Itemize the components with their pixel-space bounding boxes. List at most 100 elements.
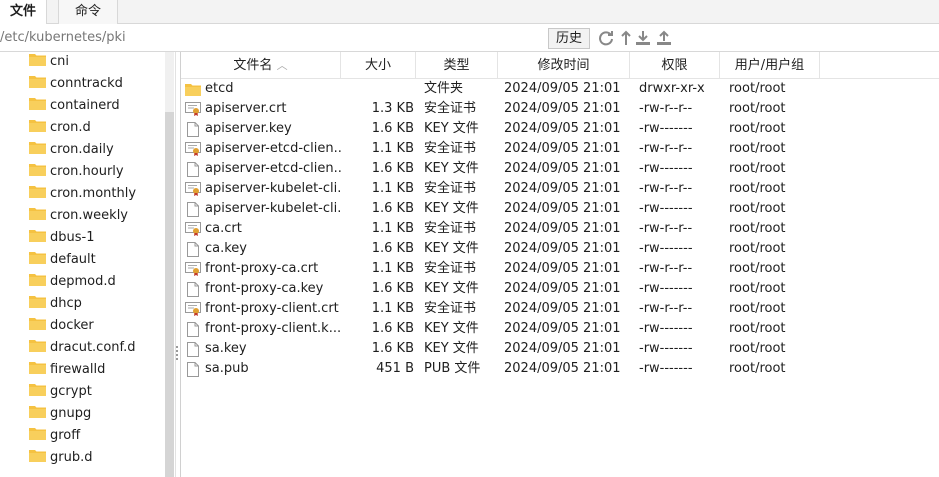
tree-item[interactable]: gnupg	[29, 402, 91, 424]
download-icon[interactable]	[634, 29, 652, 47]
folder-icon	[29, 317, 46, 334]
splitter-grip-icon[interactable]	[175, 346, 179, 360]
tree-item-label: dhcp	[50, 295, 82, 311]
file-owner: root/root	[729, 121, 786, 136]
file-type: KEY 文件	[424, 161, 479, 176]
folder-icon	[29, 207, 46, 224]
file-row[interactable]: apiserver.key 1.6 KB KEY 文件 2024/09/05 21:0…	[181, 119, 821, 139]
file-type: 安全证书	[424, 141, 477, 156]
tab-files[interactable]: 文件	[0, 0, 47, 24]
file-row[interactable]: ca.key 1.6 KB KEY 文件 2024/09/05 21:01 -rw---…	[181, 239, 821, 259]
folder-icon	[29, 251, 46, 268]
file-name: apiserver-etcd-clien...	[205, 161, 341, 176]
file-row[interactable]: apiserver-kubelet-cli... 1.1 KB 安全证书 2024/0…	[181, 179, 821, 199]
file-permissions: -rw-------	[639, 361, 693, 376]
tree-item[interactable]: containerd	[29, 94, 120, 116]
file-modified-time: 2024/09/05 21:01	[504, 161, 621, 176]
file-size: 1.6 KB	[371, 161, 414, 176]
tree-item-label: gnupg	[50, 405, 92, 421]
file-name: apiserver-kubelet-cli...	[205, 181, 341, 196]
tree-item[interactable]: default	[29, 248, 96, 270]
column-header-name[interactable]: 文件名 ︿	[181, 52, 341, 79]
tree-item[interactable]: docker	[29, 314, 94, 336]
tree-item[interactable]: cron.daily	[29, 138, 114, 160]
file-row[interactable]: apiserver-etcd-clien... 1.6 KB KEY 文件 2024/…	[181, 159, 821, 179]
file-icon	[185, 279, 201, 299]
file-owner: root/root	[729, 341, 786, 356]
tree-item[interactable]: cron.hourly	[29, 160, 124, 182]
file-permissions: -rw-------	[639, 161, 693, 176]
history-button[interactable]: 历史	[548, 28, 590, 49]
tree-item-label: cron.weekly	[50, 207, 128, 223]
file-row[interactable]: front-proxy-ca.crt 1.1 KB 安全证书 2024/09/05 2…	[181, 259, 821, 279]
tree-item[interactable]: cron.weekly	[29, 204, 128, 226]
file-permissions: drwxr-xr-x	[639, 81, 705, 96]
file-row[interactable]: sa.pub 451 B PUB 文件 2024/09/05 21:01 -rw----…	[181, 359, 821, 379]
column-header-size[interactable]: 大小	[341, 52, 416, 79]
file-permissions: -rw-------	[639, 121, 693, 136]
path-input[interactable]: /etc/kubernetes/pki	[0, 30, 126, 45]
file-row[interactable]: apiserver.crt 1.3 KB 安全证书 2024/09/05 21:01 -…	[181, 99, 821, 119]
file-size: 1.6 KB	[371, 281, 414, 296]
file-type: KEY 文件	[424, 201, 479, 216]
tab-commands[interactable]: 命令	[58, 0, 118, 24]
column-header-perm[interactable]: 权限	[630, 52, 720, 79]
file-name: sa.pub	[205, 361, 249, 376]
tree-item[interactable]: cron.monthly	[29, 182, 136, 204]
tree-item-label: groff	[50, 427, 81, 443]
file-icon	[185, 339, 201, 359]
file-row[interactable]: apiserver-etcd-clien... 1.1 KB 安全证书 2024/09…	[181, 139, 821, 159]
tree-item[interactable]: depmod.d	[29, 270, 116, 292]
tree-item[interactable]: dracut.conf.d	[29, 336, 136, 358]
file-row[interactable]: sa.key 1.6 KB KEY 文件 2024/09/05 21:01 -rw---…	[181, 339, 821, 359]
file-size: 1.6 KB	[371, 321, 414, 336]
folder-icon	[29, 361, 46, 378]
tree-item[interactable]: cron.d	[29, 116, 91, 138]
tree-item[interactable]: groff	[29, 424, 80, 446]
tree-scrollbar-thumb[interactable]	[165, 112, 174, 477]
file-icon	[185, 239, 201, 259]
file-permissions: -rw-------	[639, 241, 693, 256]
file-list-header: 文件名 ︿ 大小 类型 修改时间 权限 用户/用户组	[181, 52, 939, 79]
file-modified-time: 2024/09/05 21:01	[504, 261, 621, 276]
tree-item[interactable]: dbus-1	[29, 226, 94, 248]
file-name: apiserver-etcd-clien...	[205, 141, 341, 156]
column-header-owner[interactable]: 用户/用户组	[720, 52, 820, 79]
file-owner: root/root	[729, 81, 786, 96]
file-type: KEY 文件	[424, 241, 479, 256]
file-row[interactable]: etcd 文件夹 2024/09/05 21:01 drwxr-xr-x root/ro…	[181, 79, 821, 99]
file-row[interactable]: front-proxy-client.crt 1.1 KB 安全证书 2024/09/…	[181, 299, 821, 319]
file-row[interactable]: ca.crt 1.1 KB 安全证书 2024/09/05 21:01 -rw-r--r…	[181, 219, 821, 239]
file-permissions: -rw-------	[639, 341, 693, 356]
file-type: 文件夹	[424, 81, 464, 96]
tree-item[interactable]: conntrackd	[29, 72, 123, 94]
file-size: 1.1 KB	[371, 301, 414, 316]
upload-icon[interactable]	[655, 29, 673, 47]
tree-item[interactable]: gcrypt	[29, 380, 92, 402]
tree-item-label: conntrackd	[50, 75, 123, 91]
column-header-time[interactable]: 修改时间	[498, 52, 630, 79]
file-modified-time: 2024/09/05 21:01	[504, 341, 621, 356]
tree-item[interactable]: grub.d	[29, 446, 92, 468]
tree-item-label: dracut.conf.d	[50, 339, 136, 355]
file-permissions: -rw-r--r--	[639, 181, 693, 196]
tree-item[interactable]: firewalld	[29, 358, 105, 380]
pane-splitter[interactable]	[175, 52, 179, 477]
refresh-icon[interactable]	[597, 29, 615, 47]
file-name: apiserver.key	[205, 121, 292, 136]
tree-item[interactable]: dhcp	[29, 292, 82, 314]
column-header-type[interactable]: 类型	[416, 52, 498, 79]
file-permissions: -rw-r--r--	[639, 101, 693, 116]
file-row[interactable]: front-proxy-ca.key 1.6 KB KEY 文件 2024/09/05…	[181, 279, 821, 299]
file-row[interactable]: front-proxy-client.k... 1.6 KB KEY 文件 2024/…	[181, 319, 821, 339]
folder-icon	[29, 339, 46, 356]
file-row[interactable]: apiserver-kubelet-cli... 1.6 KB KEY 文件 2024…	[181, 199, 821, 219]
file-icon	[185, 159, 201, 179]
tree-item[interactable]: cni	[29, 52, 69, 72]
file-size: 1.6 KB	[371, 121, 414, 136]
certificate-icon	[185, 99, 201, 119]
directory-tree: cni conntrackd containerd cron.d cron.daily c…	[0, 52, 175, 477]
up-folder-icon[interactable]	[617, 29, 635, 47]
folder-icon	[29, 449, 46, 466]
sort-asc-icon: ︿	[276, 59, 288, 72]
